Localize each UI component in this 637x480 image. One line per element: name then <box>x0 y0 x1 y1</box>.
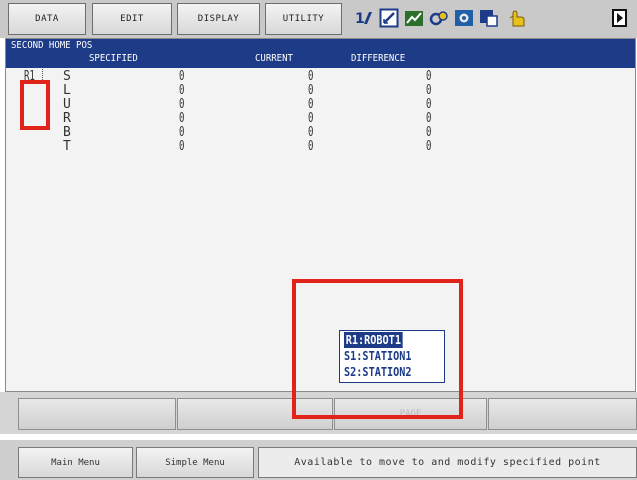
edit-box-icon[interactable] <box>379 8 399 28</box>
column-header-difference: DIFFERENCE <box>351 53 406 64</box>
hand-icon[interactable] <box>507 8 527 28</box>
graph-icon[interactable] <box>404 8 424 28</box>
axis-label: T <box>63 139 71 154</box>
axis-label: B <box>63 125 71 140</box>
axis-swap-icon[interactable]: 1 <box>355 8 375 28</box>
difference-value: 0 <box>426 97 432 112</box>
simple-menu-button[interactable]: Simple Menu <box>136 447 254 478</box>
difference-value: 0 <box>426 83 432 98</box>
axis-label: R <box>63 111 71 126</box>
frame-icon[interactable] <box>479 8 499 28</box>
current-value: 0 <box>308 69 314 84</box>
status-message: Available to move to and modify specifie… <box>258 447 637 478</box>
column-header-current: CURRENT <box>255 53 293 64</box>
tools-icon[interactable] <box>429 8 449 28</box>
difference-value: 0 <box>426 125 432 140</box>
annotation-highlight-popup <box>292 279 463 419</box>
menu-utility-button[interactable]: UTILITY <box>265 3 342 35</box>
specified-value[interactable]: 0 <box>179 83 184 98</box>
axis-label: U <box>63 97 71 112</box>
image-icon[interactable] <box>454 8 474 28</box>
svg-text:1: 1 <box>355 11 365 27</box>
page-title: SECOND HOME POS <box>11 40 93 51</box>
annotation-highlight-group <box>20 80 50 130</box>
specified-value[interactable]: 0 <box>179 125 184 140</box>
menu-edit-button[interactable]: EDIT <box>92 3 172 35</box>
specified-value[interactable]: 0 <box>179 111 184 126</box>
column-header-specified: SPECIFIED <box>89 53 138 64</box>
difference-value: 0 <box>426 139 432 154</box>
current-value: 0 <box>308 111 314 126</box>
status-icon-strip: 1 <box>347 3 637 35</box>
main-menu-button[interactable]: Main Menu <box>18 447 133 478</box>
group-separator <box>42 69 46 80</box>
menu-bar: DATA EDIT DISPLAY UTILITY 1 <box>0 0 637 38</box>
function-key-4[interactable] <box>488 398 637 430</box>
play-icon[interactable] <box>612 8 628 28</box>
axis-label: S <box>63 69 71 84</box>
specified-value[interactable]: 0 <box>179 97 184 112</box>
title-bar: SECOND HOME POS SPECIFIED CURRENT DIFFER… <box>6 39 635 68</box>
current-value: 0 <box>308 83 314 98</box>
current-value: 0 <box>308 125 314 140</box>
difference-value: 0 <box>426 69 432 84</box>
specified-value[interactable]: 0 <box>179 139 184 154</box>
bottom-bar: Main Menu Simple Menu Available to move … <box>0 440 637 480</box>
difference-value: 0 <box>426 111 432 126</box>
axis-label: L <box>63 83 71 98</box>
current-value: 0 <box>308 139 314 154</box>
specified-value[interactable]: 0 <box>179 69 184 84</box>
menu-display-button[interactable]: DISPLAY <box>177 3 260 35</box>
function-key-1[interactable] <box>18 398 176 430</box>
menu-data-button[interactable]: DATA <box>8 3 86 35</box>
current-value: 0 <box>308 97 314 112</box>
